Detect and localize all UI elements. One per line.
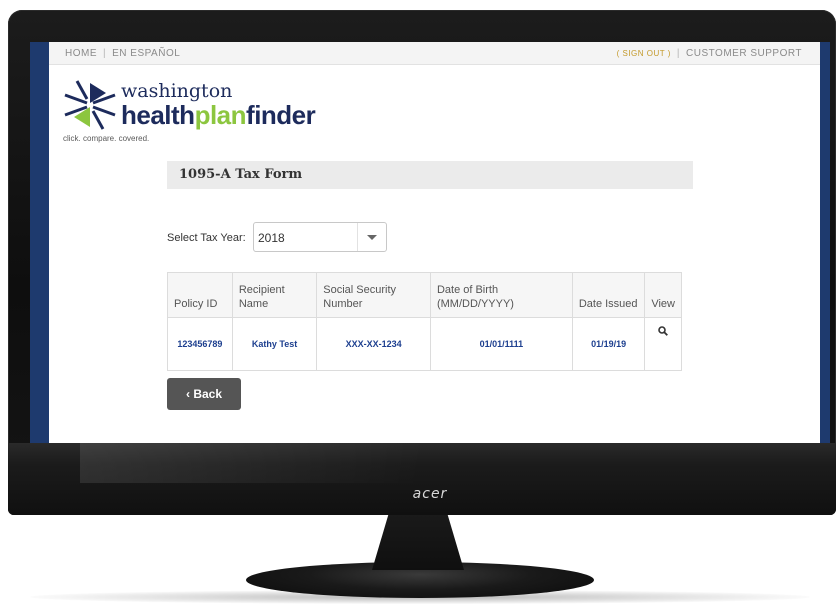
top-nav-right: ( SIGN OUT ) | CUSTOMER SUPPORT xyxy=(617,48,802,59)
nav-divider: | xyxy=(103,48,107,59)
monitor-brand: acer xyxy=(412,486,448,502)
chevron-down-icon xyxy=(367,235,377,240)
cell-ssn: XXX-XX-1234 xyxy=(316,317,431,371)
nav-divider: | xyxy=(676,48,681,59)
col-header-recipient-name: Recipient Name xyxy=(231,272,318,318)
customer-support-link[interactable]: CUSTOMER SUPPORT xyxy=(686,48,802,59)
cell-dob: 01/01/1111 xyxy=(429,317,573,371)
back-button-label: Back xyxy=(193,387,223,401)
back-button[interactable]: ‹ Back xyxy=(167,378,241,410)
policy-table: Policy ID Recipient Name Social Security… xyxy=(167,272,682,371)
col-header-dob: Date of Birth (MM/DD/YYYY) xyxy=(429,272,573,318)
logo-finder: finder xyxy=(246,100,316,130)
top-nav-left: HOME | EN ESPAÑOL xyxy=(65,48,180,59)
tax-year-value: 2018 xyxy=(258,231,285,245)
chevron-left-icon: ‹ xyxy=(185,387,190,401)
nav-espanol-link[interactable]: EN ESPAÑOL xyxy=(112,48,180,59)
col-header-policy-id: Policy ID xyxy=(167,272,233,318)
cell-recipient-name: Kathy Test xyxy=(231,317,318,371)
monitor-stand-neck xyxy=(372,514,464,570)
logo-wordmark[interactable]: washington healthplanfinder xyxy=(121,80,316,130)
col-header-date-issued: Date Issued xyxy=(571,272,646,318)
logo-line-healthplanfinder: healthplanfinder xyxy=(121,100,316,130)
col-header-ssn: Social Security Number xyxy=(316,272,431,318)
nav-home-link[interactable]: HOME xyxy=(65,48,97,59)
web-page: HOME | EN ESPAÑOL ( SIGN OUT ) | CUSTOMER SU… xyxy=(49,42,820,443)
logo-star-icon xyxy=(63,79,117,136)
table-row: 123456789 Kathy Test XXX-XX-1234 01/01/1… xyxy=(167,317,682,371)
top-nav: HOME | EN ESPAÑOL ( SIGN OUT ) | CUSTOMER SU… xyxy=(49,42,820,65)
logo-tagline: click. compare. covered. xyxy=(63,134,150,143)
search-icon[interactable] xyxy=(658,326,669,339)
logo-plan: plan xyxy=(194,100,247,130)
logo-line-washington: washington xyxy=(121,80,233,102)
cell-policy-id: 123456789 xyxy=(167,317,233,371)
cell-view[interactable] xyxy=(644,317,682,371)
dropdown-toggle[interactable] xyxy=(357,223,386,251)
sign-out-link[interactable]: ( SIGN OUT ) xyxy=(617,49,671,58)
bezel-glare xyxy=(80,443,420,483)
screen: HOME | EN ESPAÑOL ( SIGN OUT ) | CUSTOMER SU… xyxy=(30,42,830,443)
table-header-row: Policy ID Recipient Name Social Security… xyxy=(167,272,682,318)
page-title: 1095-A Tax Form xyxy=(167,161,693,189)
cell-date-issued: 01/19/19 xyxy=(571,317,646,371)
logo-health: health xyxy=(121,100,195,130)
col-header-view: View xyxy=(644,272,682,318)
tax-year-select[interactable]: 2018 xyxy=(253,222,387,252)
tax-year-label: Select Tax Year: xyxy=(167,232,246,244)
